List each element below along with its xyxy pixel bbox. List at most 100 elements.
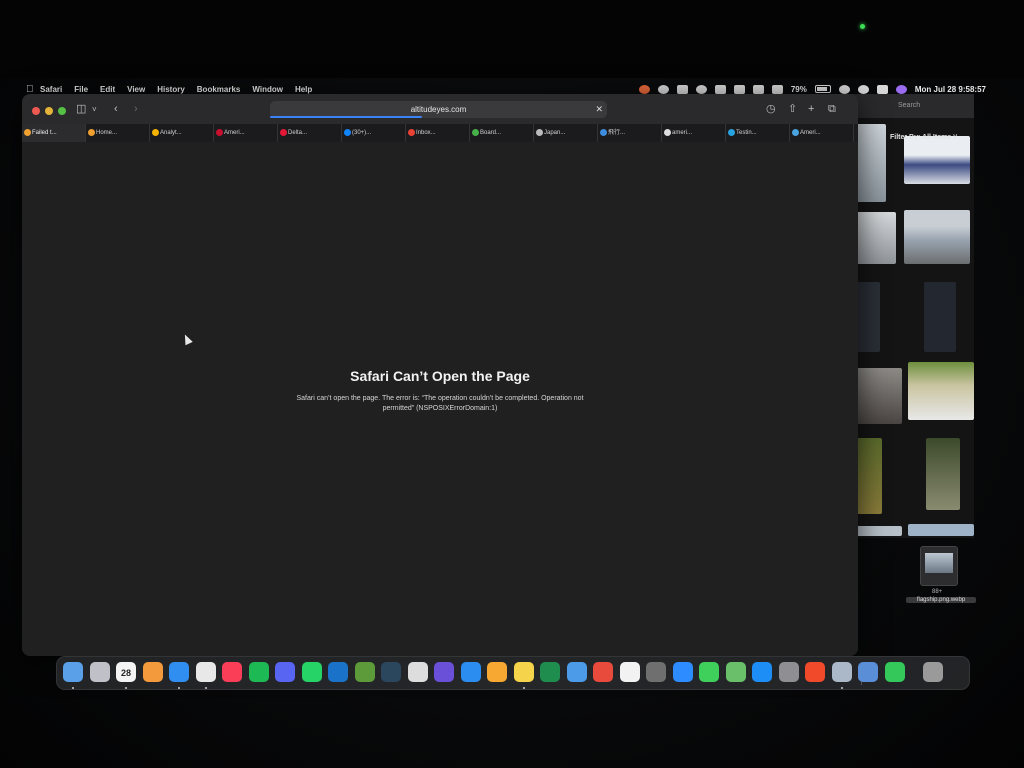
tab-overview-icon[interactable]: ⧉ <box>828 104 836 115</box>
share-icon[interactable]: ⇧ <box>788 104 797 115</box>
zoom-icon[interactable] <box>672 662 693 682</box>
facetime-icon[interactable] <box>884 662 905 682</box>
music-icon[interactable] <box>222 662 242 682</box>
photo-thumbnail[interactable] <box>854 368 902 424</box>
trash-icon[interactable] <box>923 662 943 682</box>
audio-status-icon[interactable] <box>733 84 745 94</box>
menubar-clock[interactable]: Mon Jul 28 9:58:57 <box>915 85 986 94</box>
forward-arrow-icon[interactable]: › <box>134 104 138 115</box>
imovie-icon[interactable] <box>434 662 454 682</box>
browser-tab[interactable]: Testin... <box>726 124 790 142</box>
menu-safari[interactable]: Safari <box>40 85 62 94</box>
safari-icon[interactable] <box>169 662 189 682</box>
menu-file[interactable]: File <box>74 85 88 94</box>
calculator-icon[interactable] <box>646 662 666 682</box>
browser-tab[interactable]: ameri... <box>662 124 726 142</box>
url-text: altitudeyes.com <box>410 105 467 114</box>
menu-help[interactable]: Help <box>295 85 312 94</box>
steam-icon[interactable] <box>381 662 401 682</box>
maps-icon[interactable] <box>725 662 746 682</box>
zoom-window-button[interactable] <box>58 107 66 115</box>
menu-window[interactable]: Window <box>252 85 283 94</box>
browser-tab[interactable]: Inbox... <box>406 124 470 142</box>
bluetooth-icon[interactable] <box>771 84 783 94</box>
record-status-icon[interactable] <box>638 84 650 94</box>
minimize-window-button[interactable] <box>45 107 53 115</box>
browser-tab[interactable]: Japan... <box>534 124 598 142</box>
browser-tab[interactable]: Analyt... <box>150 124 214 142</box>
photo-thumbnail[interactable] <box>908 362 974 420</box>
browser-tab[interactable]: Board... <box>470 124 534 142</box>
apple-menu-icon[interactable]:  <box>26 84 40 95</box>
chevron-down-icon[interactable]: ˅ <box>92 104 97 115</box>
reminders-icon[interactable] <box>619 662 640 682</box>
close-window-button[interactable] <box>32 107 40 115</box>
photo-thumbnail[interactable] <box>854 438 882 514</box>
menu-view[interactable]: View <box>127 85 145 94</box>
filter-dropdown[interactable]: Filter By: All Items ˅ <box>890 134 957 141</box>
antivirus-icon[interactable] <box>805 662 825 682</box>
photo-thumbnail[interactable] <box>904 210 970 264</box>
browser-tab[interactable]: Home... <box>86 124 150 142</box>
vpn-status-icon[interactable] <box>695 84 707 94</box>
spotlight-search-icon[interactable] <box>857 84 869 94</box>
excel-icon[interactable] <box>540 662 560 682</box>
discord-icon[interactable] <box>275 662 295 682</box>
messages-icon[interactable] <box>699 662 719 682</box>
camera-indicator-light <box>860 24 865 29</box>
window-switcher-icon[interactable] <box>407 662 428 682</box>
whatsapp-icon[interactable] <box>301 662 322 682</box>
preview-icon[interactable] <box>831 662 852 682</box>
finder-icon[interactable] <box>63 662 83 682</box>
battery-percent[interactable]: 79% <box>791 85 807 94</box>
tab-bar: Failed t... Home... Analyt... Ameri... Delta… <box>22 124 858 142</box>
menu-history[interactable]: History <box>157 85 185 94</box>
download-file-card[interactable] <box>920 546 958 586</box>
file-name-label[interactable]: flagship.png.webp <box>906 597 976 603</box>
display-status-icon[interactable] <box>676 84 688 94</box>
browser-tab[interactable]: Ameri... <box>214 124 278 142</box>
browser-tab[interactable]: Delta... <box>278 124 342 142</box>
extension-icon[interactable]: ◷ <box>766 104 776 115</box>
browser-tab[interactable]: 飛行... <box>598 124 662 142</box>
photo-thumbnail[interactable] <box>924 282 956 352</box>
menu-edit[interactable]: Edit <box>100 85 115 94</box>
messenger-status-icon[interactable] <box>657 84 669 94</box>
photos-icon[interactable] <box>142 662 163 682</box>
photo-thumbnail[interactable] <box>908 524 974 536</box>
input-source-icon[interactable] <box>714 84 726 94</box>
tab-label: Home... <box>96 130 118 136</box>
control-center-icon[interactable] <box>876 84 888 94</box>
new-tab-plus-icon[interactable]: + <box>808 104 814 115</box>
minecraft-icon[interactable] <box>354 662 375 682</box>
icloud-icon[interactable] <box>566 662 587 682</box>
keynote-icon[interactable] <box>460 662 481 682</box>
spotify-icon[interactable] <box>248 662 269 682</box>
battery-icon[interactable] <box>814 85 831 93</box>
wifi-icon[interactable] <box>838 84 850 94</box>
back-arrow-icon[interactable]: ‹ <box>114 104 118 115</box>
siri-icon[interactable] <box>895 84 907 94</box>
photo-thumbnail[interactable] <box>854 526 902 536</box>
quicktime-icon[interactable] <box>858 662 878 682</box>
browser-tab[interactable]: Failed t... <box>22 124 86 142</box>
outlook-icon[interactable] <box>328 662 348 682</box>
menu-bookmarks[interactable]: Bookmarks <box>197 85 241 94</box>
photo-thumbnail[interactable] <box>926 438 960 510</box>
browser-tab[interactable]: (30+)... <box>342 124 406 142</box>
address-bar[interactable]: altitudeyes.com ✕ <box>270 101 607 118</box>
calendar-icon[interactable]: 28 <box>116 662 136 682</box>
system-settings-icon[interactable] <box>778 662 799 682</box>
chrome-icon[interactable] <box>195 662 216 682</box>
stop-loading-icon[interactable]: ✕ <box>595 101 603 118</box>
background-search-field[interactable]: Search <box>898 102 920 109</box>
notes-icon[interactable] <box>513 662 534 682</box>
app-store-icon[interactable] <box>752 662 772 682</box>
photo-thumbnail[interactable] <box>904 136 970 184</box>
launchpad-icon[interactable] <box>89 662 110 682</box>
pages-icon[interactable] <box>487 662 507 682</box>
sidebar-toggle-icon[interactable]: ◫ <box>76 104 86 115</box>
flashcards-icon[interactable] <box>593 662 613 682</box>
browser-tab[interactable]: Ameri... <box>790 124 854 142</box>
ai-status-icon[interactable] <box>752 84 764 94</box>
